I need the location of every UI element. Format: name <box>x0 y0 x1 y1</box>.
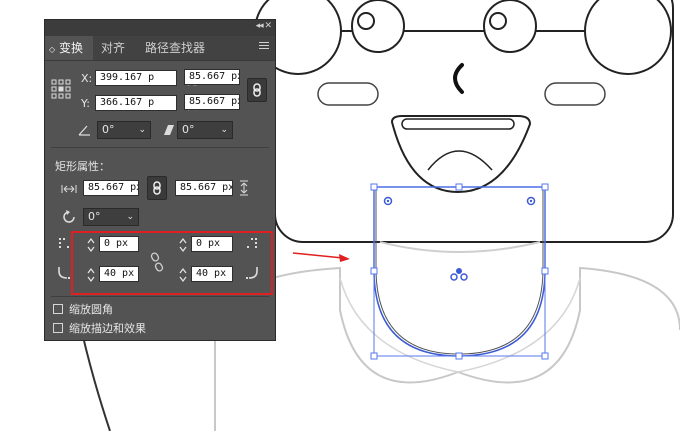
y-label: Y: <box>81 97 90 110</box>
link-icon <box>253 83 261 97</box>
right-glass <box>584 0 672 75</box>
cheek-left <box>317 82 379 106</box>
chevron-down-icon[interactable]: ⌄ <box>138 122 146 138</box>
x-label: X: <box>81 72 93 85</box>
section-divider <box>51 147 269 148</box>
tab-align[interactable]: 对齐 <box>101 36 125 60</box>
handle-tm[interactable] <box>455 183 463 191</box>
eye-right-inner <box>489 12 507 30</box>
handle-ml[interactable] <box>370 267 378 275</box>
handle-br[interactable] <box>541 352 549 360</box>
x-field[interactable]: 399.167 p <box>95 70 177 86</box>
rect-constrain-button[interactable] <box>147 176 167 200</box>
corner-radius-highlight <box>71 231 273 295</box>
y-field[interactable]: 366.167 p <box>95 95 177 111</box>
eye-left-inner <box>357 12 375 30</box>
transform-panel: ◂◂ ✕ ◇ 变换 对齐 路径查找器 X: 399.167 p 宽： Y: 36… <box>44 19 276 341</box>
rect-width-icon <box>61 185 77 193</box>
link-icon <box>153 181 161 195</box>
rect-height-field[interactable]: 85.667 px <box>175 180 233 196</box>
handle-bm[interactable] <box>455 352 463 360</box>
corner-tl-type-icon[interactable] <box>57 236 71 250</box>
chevron-down-icon[interactable]: ⌄ <box>220 122 228 138</box>
scale-corners-checkbox[interactable] <box>53 304 63 314</box>
center-point[interactable] <box>456 268 462 274</box>
shirt-left <box>214 266 680 431</box>
tab-arrow-icon: ◇ <box>49 45 56 54</box>
height-field[interactable]: 85.667 px <box>184 94 240 110</box>
annotation-arrow <box>292 252 344 259</box>
section-divider <box>51 296 269 297</box>
constrain-proportions-button[interactable] <box>247 78 267 102</box>
neck-line <box>379 241 541 253</box>
panel-title-bar[interactable]: ◂◂ ✕ <box>45 20 275 36</box>
scale-strokes-checkbox[interactable] <box>53 323 63 333</box>
shear-field[interactable]: 0° ⌄ <box>177 121 233 139</box>
handle-tl[interactable] <box>370 183 378 191</box>
rect-rotation-field[interactable]: 0° ⌄ <box>83 208 139 226</box>
panel-menu-icon[interactable] <box>259 42 269 52</box>
handle-tr[interactable] <box>541 183 549 191</box>
rotate-angle-icon <box>78 125 90 136</box>
panel-tabs: ◇ 变换 对齐 路径查找器 <box>45 36 275 61</box>
tab-pathfinder[interactable]: 路径查找器 <box>145 36 205 60</box>
scale-strokes-label: 缩放描边和效果 <box>69 322 146 335</box>
handle-mr[interactable] <box>541 267 549 275</box>
scale-corners-label: 缩放圆角 <box>69 303 113 316</box>
width-field[interactable]: 85.667 px <box>184 69 240 85</box>
rect-height-icon <box>240 180 248 196</box>
rect-props-title: 矩形属性： <box>55 160 110 173</box>
rotate-field[interactable]: 0° ⌄ <box>97 121 151 139</box>
shear-icon <box>164 125 174 135</box>
corner-bl-type-icon[interactable] <box>57 266 71 280</box>
cheek-right <box>544 82 606 106</box>
reference-point-icon[interactable] <box>51 79 71 99</box>
tab-transform[interactable]: ◇ 变换 <box>45 36 93 60</box>
collapse-icon[interactable]: ◂◂ ✕ <box>256 21 272 31</box>
chevron-down-icon[interactable]: ⌄ <box>126 209 134 225</box>
rotate-icon <box>63 210 75 223</box>
handle-bl[interactable] <box>370 352 378 360</box>
rect-width-field[interactable]: 85.667 px <box>83 180 139 196</box>
